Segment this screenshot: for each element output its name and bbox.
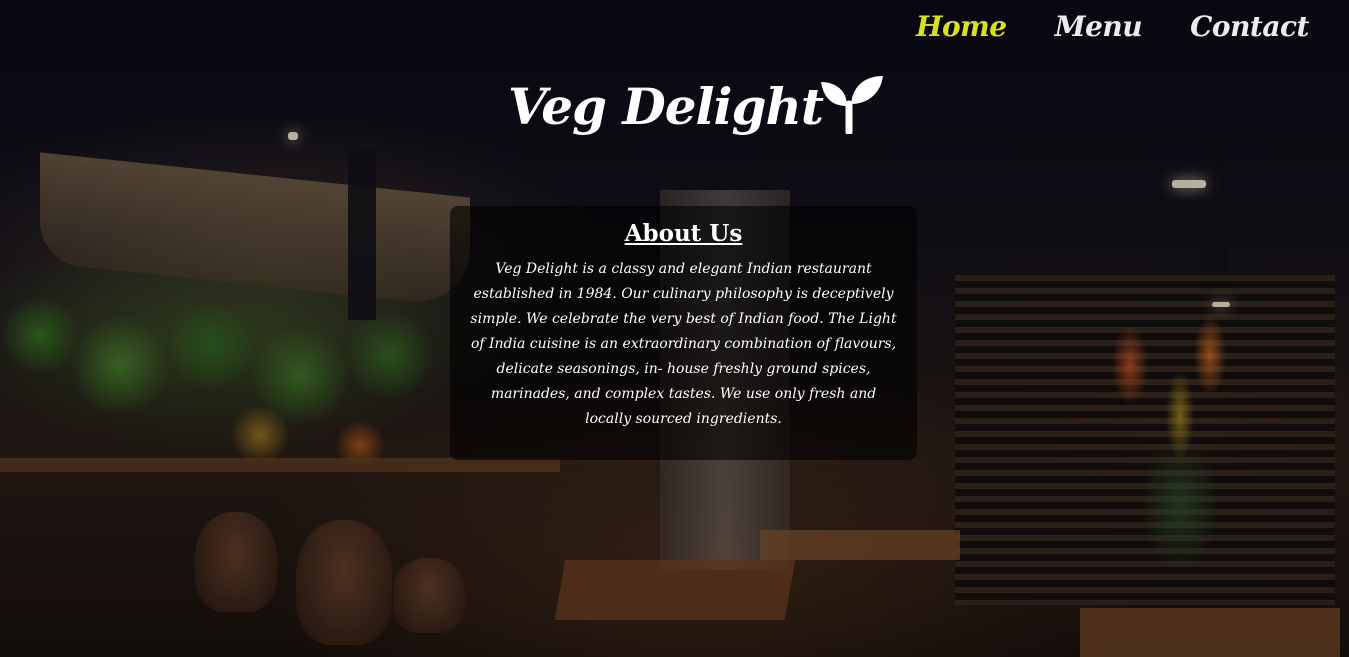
nav-link-home[interactable]: Home (916, 10, 1007, 43)
page: Home Menu Contact Veg Delight About Us V… (0, 0, 1349, 657)
about-us-title: About Us (624, 220, 743, 247)
site-logo[interactable]: Veg Delight (508, 72, 885, 142)
logo-text: Veg Delight (508, 77, 824, 136)
nav-link-contact[interactable]: Contact (1190, 10, 1309, 43)
about-us-card: About Us Veg Delight is a classy and ele… (450, 206, 917, 460)
nav-link-menu[interactable]: Menu (1055, 10, 1143, 43)
leaf-sprout-icon (820, 76, 883, 134)
main-nav: Home Menu Contact (916, 10, 1309, 43)
about-us-body: Veg Delight is a classy and elegant Indi… (470, 261, 897, 427)
